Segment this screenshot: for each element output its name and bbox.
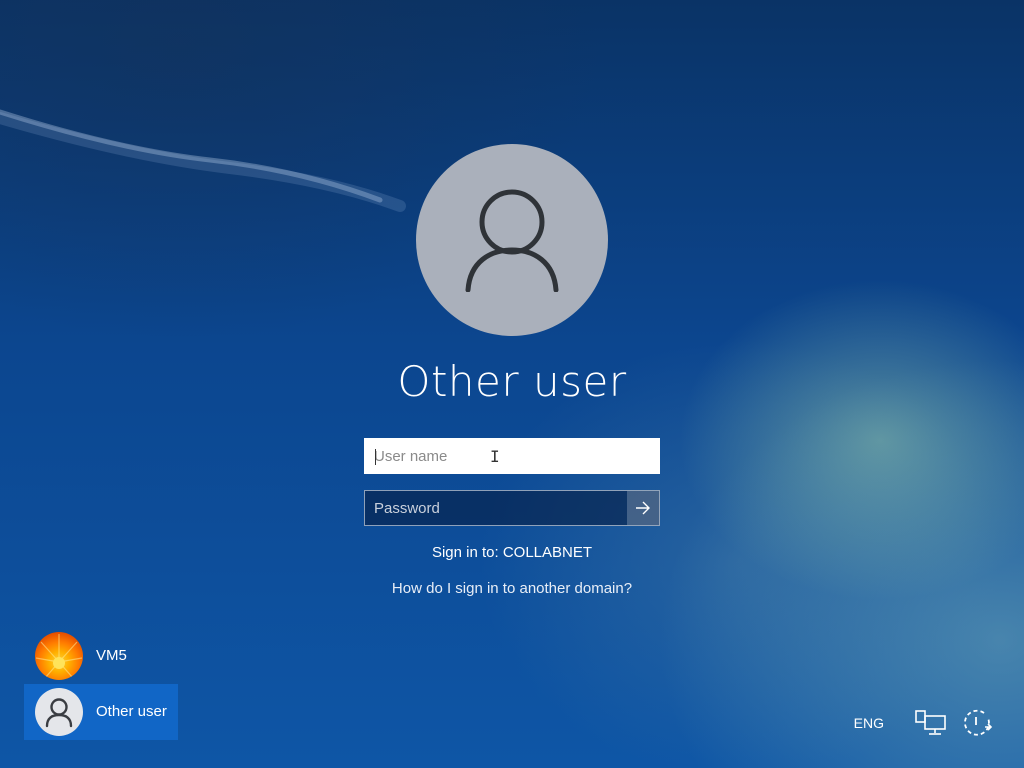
submit-button[interactable] xyxy=(627,491,659,525)
power-button[interactable] xyxy=(960,706,994,740)
flower-icon xyxy=(35,632,83,680)
system-tray: ENG xyxy=(854,706,994,740)
sign-in-domain-text: Sign in to: COLLABNET xyxy=(431,544,593,561)
password-field-wrapper xyxy=(364,490,660,526)
arrow-right-icon xyxy=(636,501,650,515)
other-domain-help-link[interactable]: How do I sign in to another domain? xyxy=(312,579,712,599)
user-avatar xyxy=(416,144,608,336)
network-icon xyxy=(915,710,946,735)
person-icon xyxy=(35,688,83,736)
language-button[interactable]: ENG xyxy=(854,715,884,731)
user-tile-name: VM5 xyxy=(96,647,127,664)
username-field-wrapper: I xyxy=(364,438,660,474)
password-input[interactable] xyxy=(365,491,627,525)
username-input[interactable] xyxy=(366,440,658,472)
user-tile-vm5[interactable]: VM5 xyxy=(24,628,178,684)
person-icon xyxy=(465,189,559,292)
user-tile-other-user[interactable]: Other user xyxy=(24,684,178,740)
user-title: Other user xyxy=(397,357,627,406)
network-button[interactable] xyxy=(914,706,948,740)
mouse-ibeam-cursor-icon: I xyxy=(490,447,500,466)
text-caret xyxy=(375,449,376,465)
user-tile-name: Other user xyxy=(96,703,167,720)
power-icon xyxy=(964,709,993,736)
